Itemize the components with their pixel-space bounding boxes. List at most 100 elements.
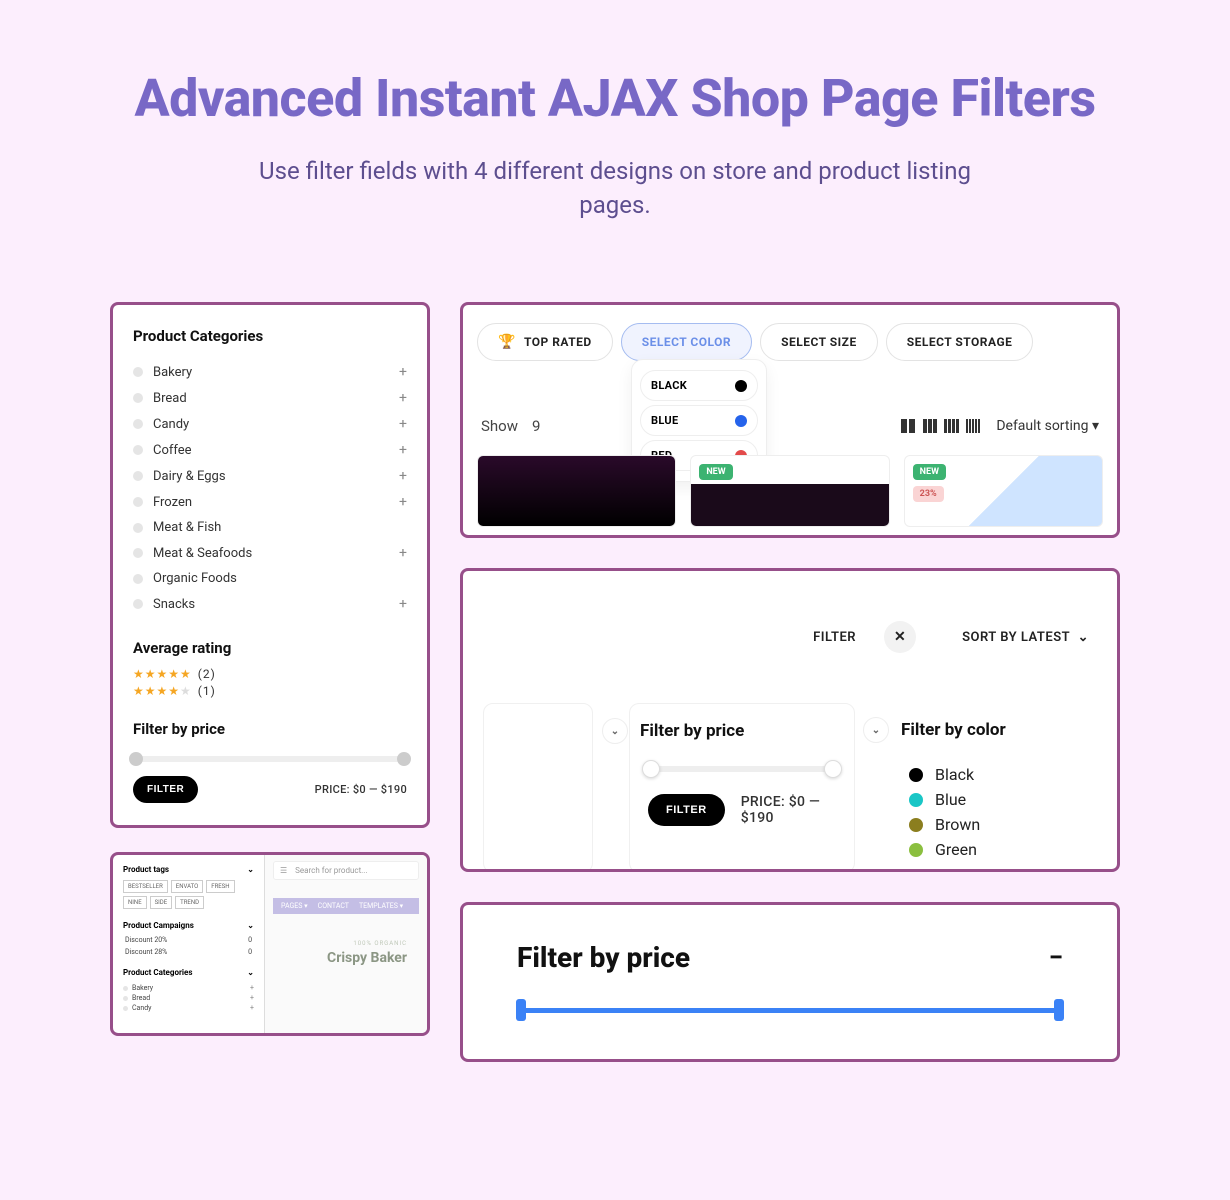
chevron-down-icon[interactable]: ⌄ [863, 717, 889, 743]
nav-item[interactable]: CONTACT [318, 902, 349, 910]
show-count[interactable]: 9 [532, 417, 540, 435]
category-item[interactable]: Frozen+ [133, 489, 407, 515]
product-card[interactable] [477, 455, 676, 527]
grid-2-icon [900, 418, 916, 434]
bullet-icon [133, 523, 143, 533]
plus-icon[interactable]: + [399, 545, 407, 561]
campaign-item[interactable]: Discount 20%0 [119, 934, 258, 946]
category-item[interactable]: Meat & Seafoods+ [133, 540, 407, 566]
category-item[interactable]: Bread+ [133, 385, 407, 411]
color-option[interactable]: BLACK [640, 370, 758, 401]
filter-toggle[interactable]: FILTER [813, 630, 856, 645]
price-range-label: PRICE: $0 — $190 [741, 794, 836, 826]
bullet-icon [133, 471, 143, 481]
tag[interactable]: FRESH [206, 880, 234, 893]
chevron-down-icon[interactable]: ⌄ [247, 865, 254, 874]
heading-filter-price: Filter by price [133, 720, 407, 738]
tag[interactable]: NINE [123, 896, 147, 909]
campaign-item[interactable]: Discount 28%0 [119, 946, 258, 958]
page-title: Advanced Instant AJAX Shop Page Filters [40, 70, 1190, 127]
category-item[interactable]: Dairy & Eggs+ [133, 463, 407, 489]
hero-title: Crispy Baker [285, 950, 407, 966]
bullet-icon [133, 445, 143, 455]
tag[interactable]: SIDE [150, 896, 173, 909]
color-option[interactable]: BLUE [640, 405, 758, 436]
plus-icon[interactable]: + [399, 494, 407, 510]
category-item[interactable]: Snacks+ [133, 591, 407, 617]
color-option[interactable]: Blue [909, 790, 1097, 809]
tag[interactable]: BESTSELLER [123, 880, 168, 893]
sort-select[interactable]: Default sorting ▾ [996, 418, 1099, 434]
chevron-down-icon[interactable]: ⌄ [247, 921, 254, 930]
plus-icon[interactable]: + [399, 364, 407, 380]
plus-icon[interactable]: + [399, 416, 407, 432]
pill-select-color[interactable]: SELECT COLOR [621, 323, 752, 361]
nav-bar: PAGES ▾ CONTACT TEMPLATES ▾ [273, 898, 419, 914]
color-option[interactable]: Green [909, 840, 1097, 859]
filter-button[interactable]: FILTER [133, 776, 198, 803]
sidebar-tags-panel: Product tags⌄ BESTSELLERENVATOFRESHNINES… [110, 852, 430, 1036]
rating-row[interactable]: ★★★★★(2) [133, 667, 407, 681]
close-icon[interactable]: ✕ [884, 621, 916, 653]
heading-filter-price: Filter by price [517, 941, 690, 974]
nav-item[interactable]: TEMPLATES ▾ [359, 902, 403, 910]
bullet-icon [133, 574, 143, 584]
search-input[interactable]: ☰Search for product... [273, 861, 419, 880]
price-slider[interactable] [648, 766, 836, 772]
bullet-icon [133, 419, 143, 429]
category-item[interactable]: Bakery+ [133, 359, 407, 385]
bullet-icon [133, 548, 143, 558]
heading-categories: Product Categories⌄ [119, 964, 258, 981]
plus-icon[interactable]: + [399, 390, 407, 406]
pill-select-size[interactable]: SELECT SIZE [760, 323, 878, 361]
nav-item[interactable]: PAGES ▾ [281, 902, 308, 910]
show-label: Show [481, 417, 518, 435]
heading-avg-rating: Average rating [133, 639, 407, 657]
price-slider[interactable] [133, 756, 407, 762]
category-item[interactable]: Bakery+ [123, 983, 254, 993]
price-slider[interactable] [519, 1008, 1061, 1013]
bullet-icon [133, 393, 143, 403]
bullet-icon [133, 599, 143, 609]
filter-price-card: ⌄Filter by price FILTER PRICE: $0 — $190 [629, 703, 855, 872]
pill-select-storage[interactable]: SELECT STORAGE [886, 323, 1034, 361]
category-item[interactable]: Meat & Fish [133, 515, 407, 540]
category-item[interactable]: Coffee+ [133, 437, 407, 463]
grid-view-toggles[interactable] [900, 418, 982, 434]
plus-icon[interactable]: + [399, 442, 407, 458]
plus-icon[interactable]: + [399, 468, 407, 484]
grid-4-icon [944, 418, 960, 434]
hero-overline: 100% ORGANIC [285, 940, 407, 947]
sidebar-filter-panel: Product Categories Bakery+Bread+Candy+Co… [110, 302, 430, 828]
chevron-down-icon[interactable]: ⌄ [247, 968, 254, 977]
category-item[interactable]: Organic Foods [133, 566, 407, 591]
badge-new: NEW [913, 464, 946, 480]
category-item[interactable]: Candy+ [133, 411, 407, 437]
rating-row[interactable]: ★★★★★(1) [133, 684, 407, 698]
top-filter-pills-panel: 🏆TOP RATED SELECT COLOR SELECT SIZE SELE… [460, 302, 1120, 538]
color-option[interactable]: Black [909, 765, 1097, 784]
page-subtitle: Use filter fields with 4 different desig… [255, 155, 975, 222]
category-item[interactable]: Candy+ [123, 1003, 254, 1013]
chevron-down-icon: ▾ [1092, 418, 1099, 434]
tag[interactable]: ENVATO [171, 880, 203, 893]
chevron-down-icon[interactable]: ⌄ [602, 718, 628, 744]
heading-campaigns: Product Campaigns⌄ [119, 917, 258, 934]
filter-color-card: ⌄Filter by color BlackBlueBrownGreen [891, 703, 1097, 872]
category-item[interactable]: Bread+ [123, 993, 254, 1003]
color-option[interactable]: Brown [909, 815, 1097, 834]
plus-icon[interactable]: + [399, 596, 407, 612]
tag[interactable]: TREND [175, 896, 204, 909]
chevron-down-icon: ⌄ [1078, 630, 1089, 645]
pill-top-rated[interactable]: 🏆TOP RATED [477, 323, 613, 361]
bullet-icon [133, 367, 143, 377]
badge-discount: 23% [913, 486, 944, 502]
sort-select[interactable]: SORT BY LATEST ⌄ [962, 630, 1089, 645]
product-card[interactable]: NEW 23% [904, 455, 1103, 527]
minus-icon[interactable]: − [1049, 943, 1063, 973]
menu-icon: ☰ [280, 866, 287, 875]
filter-button[interactable]: FILTER [648, 794, 725, 826]
bullet-icon [133, 497, 143, 507]
product-card[interactable]: NEW [690, 455, 889, 527]
filter-row-panel: FILTER ✕ SORT BY LATEST ⌄ ⌄Filter by pri… [460, 568, 1120, 872]
